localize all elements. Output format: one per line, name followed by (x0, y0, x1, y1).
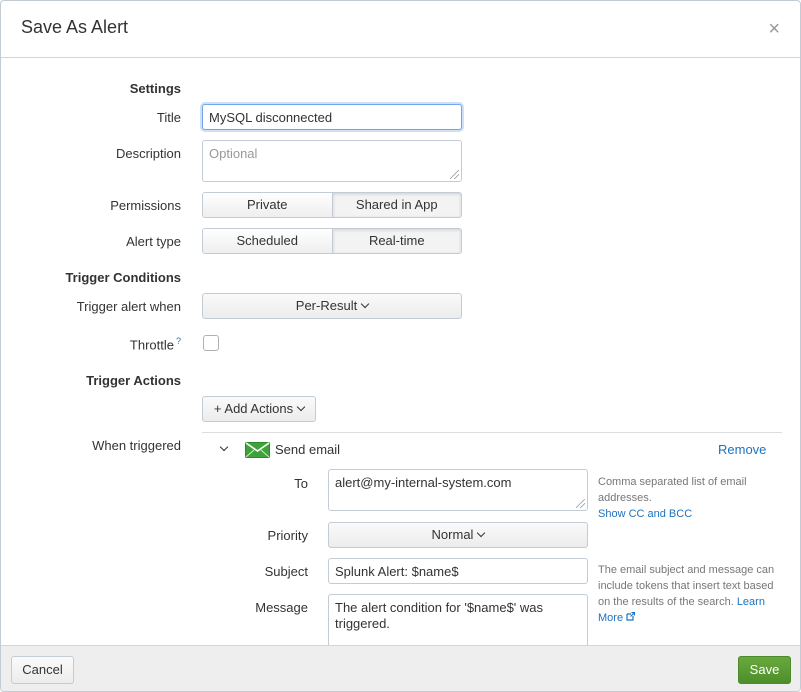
chevron-down-icon (360, 299, 370, 309)
external-link-icon (626, 611, 636, 621)
add-actions-button[interactable]: + Add Actions (202, 396, 316, 422)
learn-more-link[interactable]: Learn (737, 596, 765, 608)
description-textarea[interactable]: Optional (202, 140, 462, 182)
dialog-body: Settings Title MySQL disconnected Descri… (1, 59, 800, 645)
description-label: Description (115, 146, 181, 161)
subject-help-line-1: The email subject and message can (598, 564, 775, 576)
trigger-alert-when-label: Trigger alert when (76, 299, 181, 314)
resize-handle-icon[interactable] (450, 170, 459, 179)
subject-help-line-4: More (598, 610, 774, 626)
dialog-header: Save As Alert × (1, 1, 800, 58)
save-button[interactable]: Save (738, 656, 791, 684)
actions-divider (202, 432, 782, 433)
collapse-chevron-icon[interactable] (219, 442, 229, 452)
throttle-label: Throttle? (1, 336, 181, 352)
message-line-2: triggered. (335, 616, 390, 631)
subject-value: Splunk Alert: $name$ (335, 564, 459, 579)
priority-dropdown[interactable]: Normal (328, 522, 588, 548)
title-label: Title (156, 110, 181, 125)
title-input[interactable]: MySQL disconnected (202, 104, 462, 130)
permissions-private-button[interactable]: Private (203, 193, 332, 217)
close-icon[interactable]: × (768, 19, 780, 39)
to-help-line-1: Comma separated list of email (598, 476, 747, 488)
trigger-alert-when-value: Per-Result (295, 298, 358, 313)
alert-type-realtime-button[interactable]: Real-time (331, 229, 461, 253)
resize-handle-icon[interactable] (576, 499, 585, 508)
envelope-icon (245, 442, 270, 458)
chevron-down-icon (477, 528, 486, 538)
to-label: To (294, 476, 308, 491)
throttle-label-text: Throttle (129, 337, 174, 353)
alert-type-label: Alert type (126, 234, 181, 249)
remove-action-link[interactable]: Remove (718, 442, 766, 457)
throttle-checkbox[interactable] (203, 335, 219, 351)
section-settings: Settings (129, 81, 181, 96)
subject-label: Subject (264, 564, 308, 579)
message-label: Message (255, 600, 308, 615)
priority-value: Normal (431, 527, 474, 542)
when-triggered-label: When triggered (92, 438, 181, 453)
show-cc-bcc-link[interactable]: Show CC and BCC (598, 506, 747, 522)
to-help-text: Comma separated list of email addresses.… (598, 474, 747, 522)
subject-help-line-3-text: on the results of the search. (598, 596, 734, 608)
message-line-1: The alert condition for '$name$' was (335, 600, 544, 615)
permissions-label: Permissions (110, 198, 181, 213)
title-input-value: MySQL disconnected (209, 110, 333, 125)
alert-type-toggle: Scheduled Real-time (202, 228, 462, 254)
learn-more-link-cont[interactable]: More (598, 612, 623, 624)
subject-help-line-3: on the results of the search. Learn (598, 594, 774, 610)
permissions-toggle: Private Shared in App (202, 192, 462, 218)
trigger-alert-when-dropdown[interactable]: Per-Result (202, 293, 462, 319)
permissions-shared-button[interactable]: Shared in App (331, 193, 461, 217)
to-help-line-2: addresses. (598, 492, 652, 504)
dialog-title: Save As Alert (21, 17, 129, 37)
add-actions-label: + Add Actions (213, 401, 294, 416)
description-placeholder: Optional (209, 146, 258, 161)
section-trigger-conditions: Trigger Conditions (65, 270, 181, 285)
throttle-help-icon[interactable]: ? (176, 336, 181, 346)
chevron-down-icon (296, 402, 306, 412)
save-as-alert-dialog: Save As Alert × Settings Title MySQL dis… (0, 0, 801, 692)
alert-type-scheduled-button[interactable]: Scheduled (203, 229, 332, 253)
to-textarea[interactable]: alert@my-internal-system.com (328, 469, 588, 511)
priority-label: Priority (267, 528, 308, 543)
subject-input[interactable]: Splunk Alert: $name$ (328, 558, 588, 584)
cancel-button[interactable]: Cancel (11, 656, 74, 684)
subject-help-text: The email subject and message can includ… (598, 562, 774, 626)
subject-help-line-2: include tokens that insert text based (598, 580, 774, 592)
section-trigger-actions: Trigger Actions (86, 373, 181, 388)
to-value: alert@my-internal-system.com (335, 475, 512, 490)
send-email-label: Send email (275, 442, 341, 457)
dialog-footer: Cancel Save (1, 645, 800, 691)
message-textarea[interactable]: The alert condition for '$name$' was tri… (328, 594, 588, 645)
